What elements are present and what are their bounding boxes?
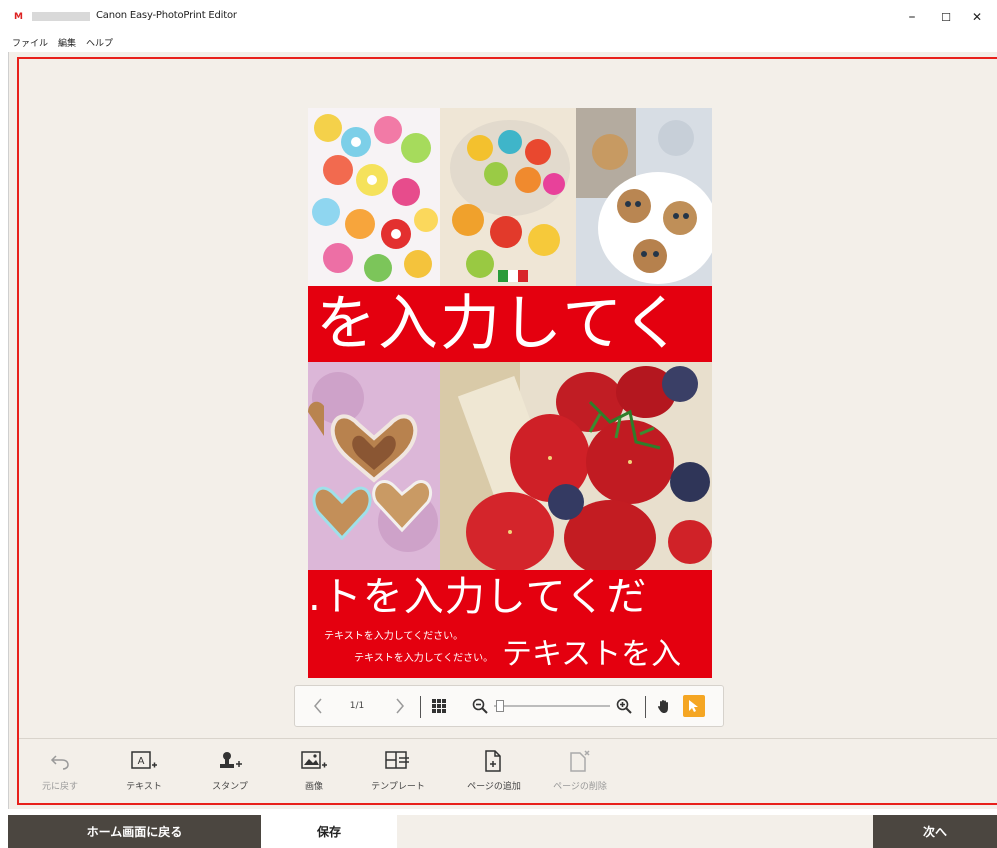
photo-strawberry-cake[interactable] bbox=[440, 362, 712, 570]
svg-text:A: A bbox=[138, 756, 145, 767]
hand-icon bbox=[658, 700, 668, 713]
tool-label: テキスト bbox=[126, 782, 162, 792]
save-button[interactable]: 保存 bbox=[261, 815, 397, 848]
tool-row-divider bbox=[19, 738, 997, 739]
tool-label: テンプレート bbox=[371, 782, 425, 792]
delete-page-button[interactable]: ページの削除 bbox=[545, 747, 615, 797]
footer-spacer bbox=[397, 815, 873, 848]
pan-tool-button[interactable] bbox=[651, 686, 677, 726]
banner-top-text[interactable]: を入力してく bbox=[316, 288, 684, 360]
menu-file[interactable]: ファイル bbox=[12, 36, 48, 49]
back-to-home-button[interactable]: ホーム画面に戻る bbox=[8, 815, 261, 848]
zoom-slider-thumb[interactable] bbox=[496, 700, 504, 712]
template-icon bbox=[385, 751, 409, 769]
photo-heart-cookies[interactable] bbox=[308, 362, 440, 570]
add-text-icon: A bbox=[131, 751, 157, 769]
nav-divider bbox=[420, 696, 421, 718]
prev-page-button[interactable] bbox=[305, 686, 331, 726]
title-bar: M Canon Easy-PhotoPrint Editor – ☐ ✕ bbox=[0, 0, 997, 34]
banner-bottom-title[interactable]: .トを入力してくだ bbox=[308, 572, 647, 622]
print-page-canvas[interactable]: を入力してく .トを入力してくだ テキストを入力してください。 テキストを入力し… bbox=[308, 108, 712, 678]
zoom-in-icon bbox=[616, 698, 632, 714]
page-indicator: 1/1 bbox=[349, 701, 365, 711]
page-list-button[interactable] bbox=[427, 686, 451, 726]
banner-bottom-caption-2[interactable]: テキストを入力してください。 bbox=[354, 652, 493, 666]
zoom-in-button[interactable] bbox=[613, 686, 635, 726]
title-redacted bbox=[32, 12, 90, 21]
banner-bottom-subtitle[interactable]: テキストを入 bbox=[502, 636, 681, 674]
pointer-icon bbox=[689, 700, 698, 712]
add-image-icon bbox=[301, 751, 327, 769]
add-stamp-button[interactable]: スタンプ bbox=[195, 747, 265, 797]
nav-divider bbox=[645, 696, 646, 718]
add-page-button[interactable]: ページの追加 bbox=[459, 747, 529, 797]
undo-button[interactable]: 元に戻す bbox=[25, 747, 95, 797]
page-nav-toolbar: 1/1 bbox=[294, 685, 724, 727]
maximize-button[interactable]: ☐ bbox=[931, 6, 961, 28]
select-tool-button[interactable] bbox=[683, 695, 705, 717]
window-title: Canon Easy-PhotoPrint Editor bbox=[96, 10, 237, 21]
template-button[interactable]: テンプレート bbox=[363, 747, 433, 797]
text-banner-top[interactable]: を入力してく bbox=[308, 286, 712, 362]
add-page-icon bbox=[485, 750, 501, 772]
tool-label: ページの追加 bbox=[467, 782, 521, 792]
add-image-button[interactable]: 画像 bbox=[279, 747, 349, 797]
undo-icon bbox=[50, 755, 69, 770]
zoom-slider-track bbox=[494, 705, 610, 707]
photo-gumdrops[interactable] bbox=[440, 108, 576, 286]
add-stamp-icon bbox=[220, 752, 242, 768]
editor-frame: を入力してく .トを入力してくだ テキストを入力してください。 テキストを入力し… bbox=[17, 57, 997, 805]
tool-label: ページの削除 bbox=[553, 782, 607, 792]
tool-label: 元に戻す bbox=[41, 782, 78, 792]
chevron-right-icon bbox=[396, 698, 404, 714]
app-window: M Canon Easy-PhotoPrint Editor – ☐ ✕ ファイ… bbox=[0, 0, 997, 848]
close-button[interactable]: ✕ bbox=[962, 6, 992, 28]
zoom-out-button[interactable] bbox=[469, 686, 491, 726]
add-text-button[interactable]: A テキスト bbox=[109, 747, 179, 797]
menu-bar: ファイル 編集 ヘルプ bbox=[0, 34, 997, 51]
zoom-slider[interactable] bbox=[493, 686, 611, 726]
delete-page-icon bbox=[570, 750, 590, 772]
app-logo-icon: M bbox=[14, 12, 23, 22]
grid-icon bbox=[432, 699, 446, 713]
chevron-left-icon bbox=[314, 698, 322, 714]
text-banner-bottom[interactable]: .トを入力してくだ テキストを入力してください。 テキストを入力してください。 … bbox=[308, 570, 712, 678]
zoom-out-icon bbox=[472, 698, 488, 714]
next-page-button[interactable] bbox=[387, 686, 413, 726]
photo-candies[interactable] bbox=[308, 108, 440, 286]
banner-bottom-caption-1[interactable]: テキストを入力してください。 bbox=[324, 630, 463, 644]
tool-label: 画像 bbox=[304, 782, 323, 792]
footer-bar: ホーム画面に戻る 保存 次へ bbox=[0, 812, 997, 848]
menu-help[interactable]: ヘルプ bbox=[86, 36, 113, 49]
menu-edit[interactable]: 編集 bbox=[58, 36, 76, 49]
minimize-button[interactable]: – bbox=[897, 6, 927, 28]
photo-cupcakes[interactable] bbox=[576, 108, 712, 286]
tool-label: スタンプ bbox=[212, 782, 248, 792]
next-button[interactable]: 次へ bbox=[873, 815, 997, 848]
